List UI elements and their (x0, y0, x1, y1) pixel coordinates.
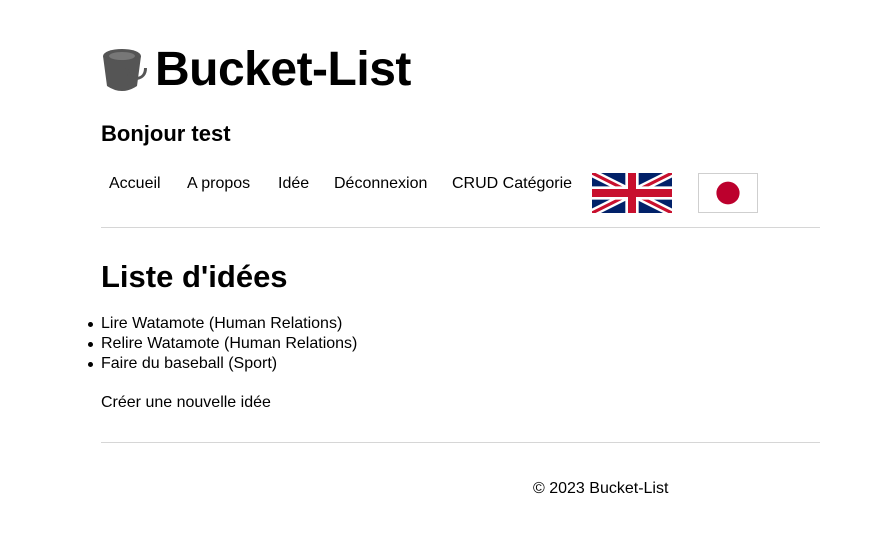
bucket-icon (103, 49, 147, 91)
footer-divider (101, 442, 820, 443)
list-item[interactable]: Lire Watamote (Human Relations) (87, 314, 357, 334)
brand-title: Bucket-List (155, 43, 411, 96)
nav-link-idee[interactable]: Idée (278, 174, 309, 194)
list-item[interactable]: Faire du baseball (Sport) (87, 354, 357, 374)
greeting-text: Bonjour test (101, 121, 231, 146)
idea-text[interactable]: Lire Watamote (Human Relations) (101, 315, 342, 332)
uk-flag-icon[interactable] (592, 173, 672, 213)
nav-link-deconnexion[interactable]: Déconnexion (334, 174, 427, 194)
footer-copyright: © 2023 Bucket-List (533, 480, 669, 497)
nav-link-a-propos[interactable]: A propos (187, 174, 250, 194)
list-item[interactable]: Relire Watamote (Human Relations) (87, 334, 357, 354)
brand[interactable]: Bucket-List (101, 40, 411, 100)
create-idea-link[interactable]: Créer une nouvelle idée (101, 393, 271, 413)
header-divider (101, 227, 820, 228)
japan-flag-icon[interactable] (698, 173, 758, 213)
nav-link-crud-categorie[interactable]: CRUD Catégorie (452, 174, 572, 194)
page-title: Liste d'idées (101, 259, 288, 294)
nav-link-accueil[interactable]: Accueil (109, 174, 161, 194)
idea-text[interactable]: Relire Watamote (Human Relations) (101, 335, 357, 352)
main-nav: Accueil A propos Idée Déconnexion CRUD C… (101, 170, 820, 216)
ideas-list: Lire Watamote (Human Relations) Relire W… (87, 314, 357, 374)
idea-text[interactable]: Faire du baseball (Sport) (101, 355, 277, 372)
